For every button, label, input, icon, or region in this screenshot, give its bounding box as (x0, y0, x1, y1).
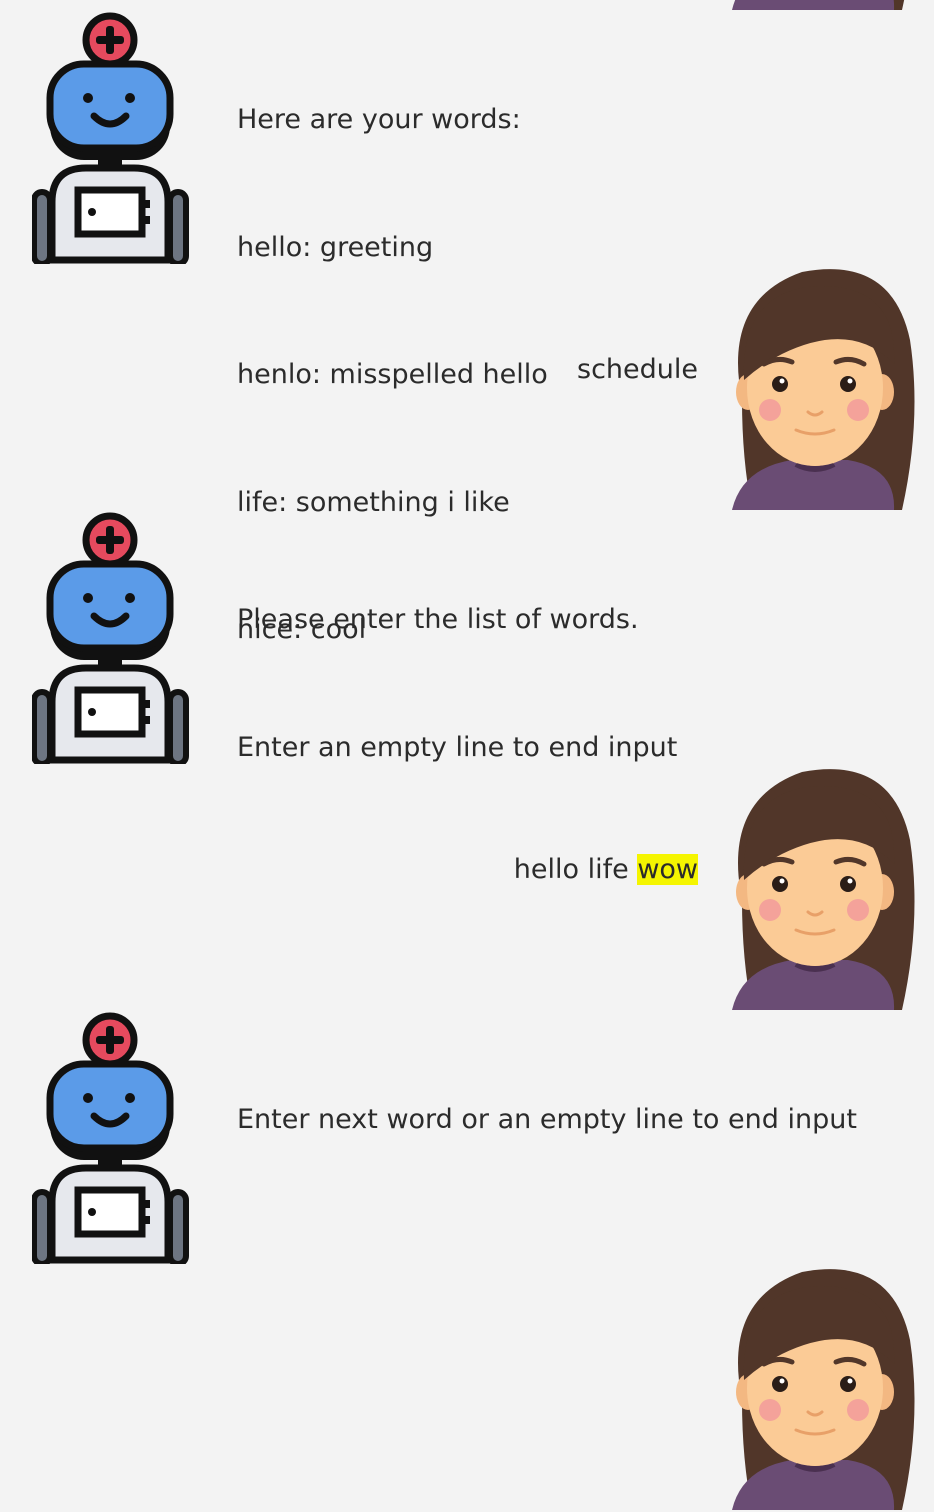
message-line: Enter next word or an empty line to end … (237, 1104, 857, 1135)
message-line: schedule (577, 354, 698, 385)
message-line: hello: greeting (237, 231, 434, 263)
robot-icon (32, 12, 190, 264)
message-line: henlo: misspelled hello (237, 359, 548, 390)
message-text: hello life (513, 854, 638, 885)
message-line: Please enter the list of words. (237, 604, 639, 635)
highlighted-word: wow (637, 854, 698, 885)
robot-icon (32, 512, 190, 764)
message-line: Here are your words: (237, 104, 521, 135)
user-message: hello life wow (514, 764, 698, 934)
bot-message: Enter next word or an empty line to end … (237, 1014, 857, 1184)
woman-icon (722, 0, 920, 12)
message-line: Enter an empty line to end input (237, 731, 678, 763)
woman-icon (722, 760, 920, 1012)
user-message: schedule (577, 264, 698, 434)
woman-icon (722, 1260, 920, 1512)
message-line: hello life wow (514, 849, 698, 892)
robot-icon (32, 1012, 190, 1264)
woman-icon (722, 260, 920, 512)
